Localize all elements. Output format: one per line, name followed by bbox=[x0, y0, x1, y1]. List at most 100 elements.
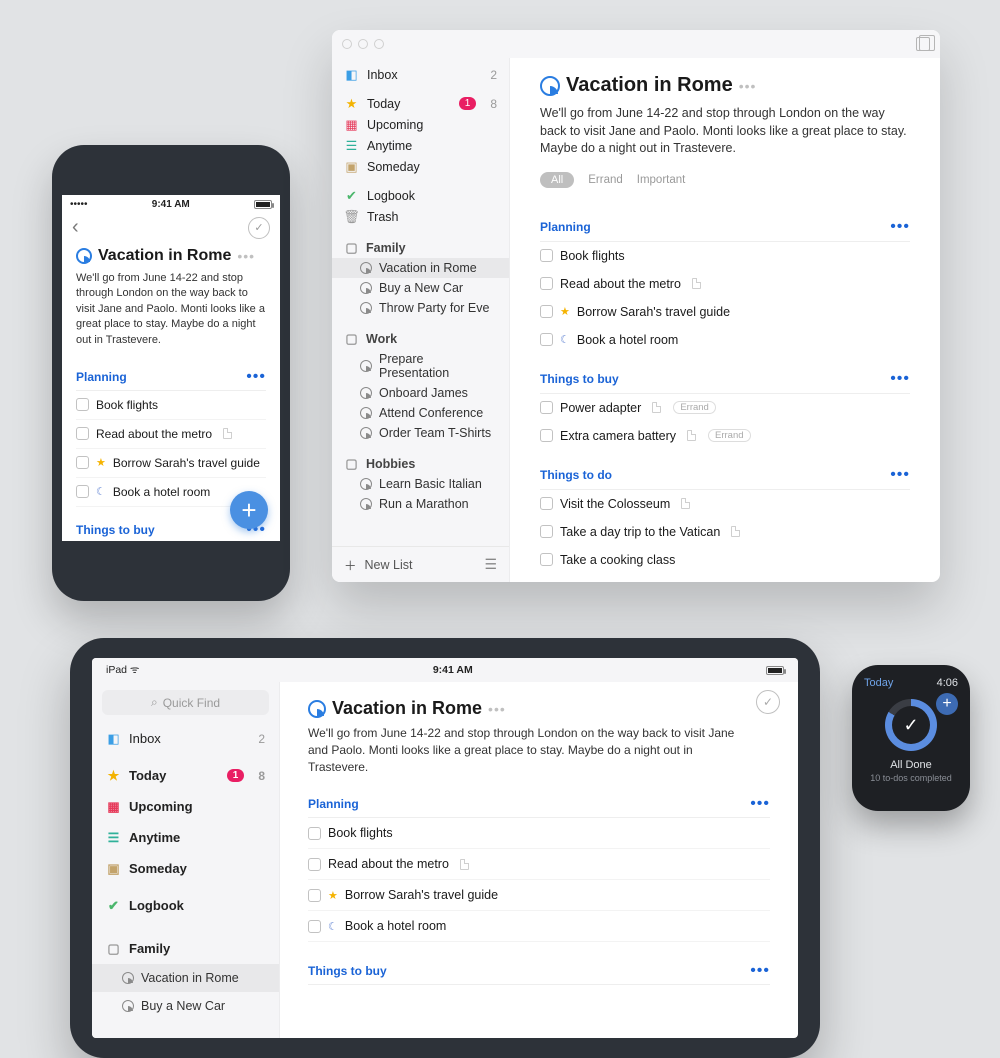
watch-add-button[interactable]: + bbox=[936, 693, 958, 715]
sidebar-project[interactable]: Attend Conference bbox=[332, 403, 509, 423]
count-badge: 2 bbox=[490, 68, 497, 82]
sidebar-project[interactable]: Onboard James bbox=[332, 383, 509, 403]
sidebar-project[interactable]: Run a Marathon bbox=[332, 494, 509, 514]
sidebar-item-logbook[interactable]: ✔Logbook bbox=[332, 185, 509, 206]
sidebar-item-today[interactable]: ★Today18 bbox=[92, 760, 279, 791]
checkbox-icon[interactable] bbox=[308, 889, 321, 902]
checkbox-icon[interactable] bbox=[540, 277, 553, 290]
sidebar-project[interactable]: Order Team T-Shirts bbox=[332, 423, 509, 443]
section-header-planning[interactable]: Planning ••• bbox=[76, 362, 266, 391]
sidebar-project[interactable]: Learn Basic Italian bbox=[332, 474, 509, 494]
project-more-icon[interactable]: ••• bbox=[488, 701, 506, 717]
todo-row[interactable]: Power adapterErrand bbox=[540, 394, 910, 422]
sidebar-area-family[interactable]: ▢Family bbox=[332, 237, 509, 258]
todo-row[interactable]: Read about the metro bbox=[308, 849, 770, 880]
sidebar-project-vacation[interactable]: Vacation in Rome bbox=[332, 258, 509, 278]
todo-row[interactable]: ★Borrow Sarah's travel guide bbox=[308, 880, 770, 911]
todo-row[interactable]: ☾Book a hotel room bbox=[540, 326, 910, 354]
todo-row[interactable]: Read about the metro bbox=[540, 270, 910, 298]
sidebar-item-label: Upcoming bbox=[129, 799, 193, 814]
section-more-icon[interactable]: ••• bbox=[246, 368, 266, 386]
filter-errand[interactable]: Errand bbox=[588, 174, 623, 186]
watch-time: 4:06 bbox=[937, 677, 958, 689]
plus-icon[interactable]: ＋ bbox=[344, 555, 357, 574]
todo-row[interactable]: Book flights bbox=[540, 242, 910, 270]
sidebar-item-someday[interactable]: ▣Someday bbox=[332, 156, 509, 177]
settings-sliders-icon[interactable]: ☰ bbox=[484, 556, 497, 573]
sidebar-project[interactable]: Throw Party for Eve bbox=[332, 298, 509, 318]
checkbox-icon[interactable] bbox=[308, 920, 321, 933]
todo-row[interactable]: Take a cooking class bbox=[540, 546, 910, 574]
complete-circle-button[interactable]: ✓ bbox=[756, 690, 780, 714]
ipad-screen: iPad ᯤ 9:41 AM ⌕Quick Find ◧Inbox2 ★Toda… bbox=[92, 658, 798, 1038]
sidebar-area-work[interactable]: ▢Work bbox=[332, 328, 509, 349]
sidebar-item-anytime[interactable]: ☰Anytime bbox=[92, 822, 279, 853]
project-more-icon[interactable]: ••• bbox=[739, 78, 757, 94]
filter-important[interactable]: Important bbox=[637, 174, 686, 186]
checkbox-icon[interactable] bbox=[540, 525, 553, 538]
project-more-icon[interactable]: ••• bbox=[237, 248, 255, 264]
section-title: Things to buy bbox=[76, 523, 155, 537]
sidebar-item-trash[interactable]: 🗑Trash bbox=[332, 206, 509, 227]
section-header-buy[interactable]: Things to buy ••• bbox=[308, 956, 770, 985]
checkbox-icon[interactable] bbox=[76, 485, 89, 498]
todo-row[interactable]: Extra camera batteryErrand bbox=[540, 422, 910, 450]
checkbox-icon[interactable] bbox=[308, 858, 321, 871]
back-chevron-icon[interactable]: ‹ bbox=[72, 216, 79, 239]
checkbox-icon[interactable] bbox=[540, 553, 553, 566]
sidebar-item-anytime[interactable]: ☰Anytime bbox=[332, 135, 509, 156]
section-more-icon[interactable]: ••• bbox=[890, 466, 910, 484]
complete-circle-button[interactable]: ✓ bbox=[248, 217, 270, 239]
sidebar-item-today[interactable]: ★Today18 bbox=[332, 93, 509, 114]
todo-row[interactable]: Book flights bbox=[76, 391, 266, 420]
new-window-icon[interactable] bbox=[916, 37, 930, 51]
section-more-icon[interactable]: ••• bbox=[750, 962, 770, 980]
checkbox-icon[interactable] bbox=[540, 401, 553, 414]
sidebar-project-vacation[interactable]: Vacation in Rome bbox=[92, 964, 279, 992]
todo-row[interactable]: ☾Book a hotel room bbox=[308, 911, 770, 942]
sidebar-project[interactable]: Buy a New Car bbox=[92, 992, 279, 1020]
sidebar-project[interactable]: Prepare Presentation bbox=[332, 349, 509, 383]
sidebar-item-upcoming[interactable]: ▦Upcoming bbox=[332, 114, 509, 135]
quick-find-input[interactable]: ⌕Quick Find bbox=[102, 690, 269, 715]
new-list-button[interactable]: New List bbox=[365, 558, 413, 572]
checkbox-icon[interactable] bbox=[540, 429, 553, 442]
todo-row[interactable]: Visit the Colosseum bbox=[540, 490, 910, 518]
moon-icon: ☾ bbox=[560, 333, 570, 346]
sidebar-item-logbook[interactable]: ✔Logbook bbox=[92, 890, 279, 921]
checkbox-icon[interactable] bbox=[540, 497, 553, 510]
todo-row[interactable]: ★Borrow Sarah's travel guide bbox=[76, 449, 266, 478]
sidebar-item-inbox[interactable]: ◧Inbox2 bbox=[92, 723, 279, 754]
checkbox-icon[interactable] bbox=[540, 305, 553, 318]
iphone-navbar: ‹ ✓ bbox=[62, 212, 280, 247]
section-header-planning[interactable]: Planning ••• bbox=[540, 210, 910, 242]
sidebar-item-upcoming[interactable]: ▦Upcoming bbox=[92, 791, 279, 822]
sidebar-area-family[interactable]: ▢Family bbox=[92, 933, 279, 964]
section-more-icon[interactable]: ••• bbox=[750, 795, 770, 813]
checkbox-icon[interactable] bbox=[540, 249, 553, 262]
section-header-planning[interactable]: Planning ••• bbox=[308, 789, 770, 818]
sidebar-project[interactable]: Buy a New Car bbox=[332, 278, 509, 298]
add-todo-fab[interactable]: + bbox=[230, 491, 268, 529]
todo-row[interactable]: Read about the metro bbox=[76, 420, 266, 449]
todo-row[interactable]: Take a day trip to the Vatican bbox=[540, 518, 910, 546]
sidebar-area-hobbies[interactable]: ▢Hobbies bbox=[332, 453, 509, 474]
checkbox-icon[interactable] bbox=[308, 827, 321, 840]
checkbox-icon[interactable] bbox=[76, 427, 89, 440]
traffic-lights[interactable] bbox=[342, 39, 384, 49]
todo-row[interactable]: ★Borrow Sarah's travel guide bbox=[540, 298, 910, 326]
checkbox-icon[interactable] bbox=[540, 333, 553, 346]
section-more-icon[interactable]: ••• bbox=[890, 370, 910, 388]
checkbox-icon[interactable] bbox=[76, 456, 89, 469]
section-header-do[interactable]: Things to do ••• bbox=[540, 458, 910, 490]
todo-row[interactable]: Book flights bbox=[308, 818, 770, 849]
filter-all[interactable]: All bbox=[540, 172, 574, 188]
ipad-label: iPad ᯤ bbox=[106, 663, 140, 677]
section-title: Planning bbox=[76, 370, 127, 384]
sidebar-item-someday[interactable]: ▣Someday bbox=[92, 853, 279, 884]
watch-done-title: All Done bbox=[890, 759, 932, 771]
section-more-icon[interactable]: ••• bbox=[890, 218, 910, 236]
section-header-buy[interactable]: Things to buy ••• bbox=[540, 362, 910, 394]
sidebar-item-inbox[interactable]: ◧Inbox2 bbox=[332, 64, 509, 85]
checkbox-icon[interactable] bbox=[76, 398, 89, 411]
